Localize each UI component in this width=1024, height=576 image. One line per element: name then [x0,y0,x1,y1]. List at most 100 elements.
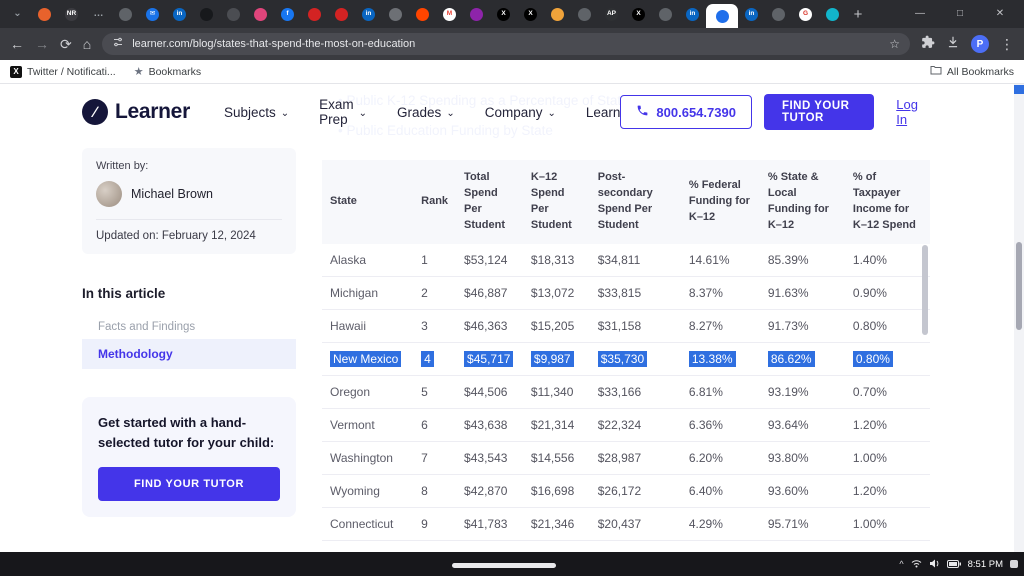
table-row: New Mexico4$45,717$9,987$35,73013.38%86.… [322,342,930,375]
browser-tab[interactable]: in [355,1,382,27]
table-cell: 1.20% [845,408,930,441]
table-row: Alaska1$53,124$18,313$34,81114.61%85.39%… [322,244,930,277]
table-cell: $18,313 [523,244,590,277]
tab-favicon-icon: ⌄ [11,8,24,21]
browser-tab[interactable]: AP [598,1,625,27]
browser-tab[interactable] [544,1,571,27]
table-cell: 6.81% [681,375,760,408]
browser-tab[interactable] [652,1,679,27]
nav-item-company[interactable]: Company⌄ [485,97,556,127]
browser-tab[interactable]: M [436,1,463,27]
toc-item[interactable]: Methodology [82,339,296,369]
toc-item[interactable]: Facts and Findings [82,315,296,339]
nav-item-grades[interactable]: Grades⌄ [397,97,455,127]
bookmark-star-icon[interactable]: ☆ [889,37,900,51]
browser-tab[interactable]: X [490,1,517,27]
browser-tab[interactable] [382,1,409,27]
browser-tab[interactable]: … [85,1,112,27]
table-cell: 1.00% [845,441,930,474]
browser-tab[interactable] [31,1,58,27]
minimize-button[interactable]: — [900,0,940,28]
nav-item-exam-prep[interactable]: Exam Prep⌄ [319,97,367,127]
all-bookmarks-button[interactable]: All Bookmarks [930,65,1014,78]
taskbar-pill[interactable] [452,563,556,568]
profile-avatar[interactable]: P [971,35,989,53]
tab-favicon-icon: AP [605,8,618,21]
browser-tab[interactable] [409,1,436,27]
browser-tab[interactable]: NR [58,1,85,27]
browser-tab[interactable] [220,1,247,27]
browser-tab[interactable] [112,1,139,27]
table-cell: $33,815 [590,276,681,309]
maximize-button[interactable]: □ [940,0,980,28]
browser-tab[interactable] [819,1,846,27]
main-nav: Subjects⌄Exam Prep⌄Grades⌄Company⌄Learn [224,97,620,127]
browser-tab[interactable]: in [679,1,706,27]
tab-favicon-icon [227,8,240,21]
back-button[interactable]: ← [10,37,24,51]
tab-favicon-icon [335,8,348,21]
wifi-icon[interactable] [911,555,922,573]
table-cell: 6.40% [681,474,760,507]
sidebar-find-your-tutor-button[interactable]: FIND YOUR TUTOR [98,467,280,501]
table-cell: Connecticut [322,507,413,540]
browser-tab[interactable]: in [738,1,765,27]
address-bar[interactable]: learner.com/blog/states-that-spend-the-m… [102,33,910,55]
new-tab-button[interactable]: + [846,6,870,23]
browser-tab[interactable]: in [166,1,193,27]
browser-toolbar: ← → ⟳ ⌂ learner.com/blog/states-that-spe… [0,28,1024,60]
table-cell: 8.37% [681,276,760,309]
tray-expand-icon[interactable]: ^ [899,559,903,569]
phone-button[interactable]: 800.654.7390 [620,95,752,129]
table-cell: 93.60% [760,474,845,507]
browser-tab[interactable] [328,1,355,27]
table-cell: Michigan [322,276,413,309]
extensions-icon[interactable] [921,35,935,54]
clock[interactable]: 8:51 PM [968,559,1003,570]
downloads-icon[interactable] [946,35,960,54]
browser-tab[interactable] [193,1,220,27]
browser-tab[interactable]: ⌄ [4,1,31,27]
find-your-tutor-button[interactable]: FIND YOUR TUTOR [764,94,874,130]
chevron-down-icon: ⌄ [446,108,454,119]
menu-icon[interactable]: ⋮ [1000,37,1014,51]
table-cell: 86.62% [760,342,845,375]
bookmark-item-bookmarks[interactable]: ★ Bookmarks [134,65,201,78]
browser-tab[interactable]: X [517,1,544,27]
reload-button[interactable]: ⟳ [60,37,72,51]
volume-icon[interactable] [929,555,940,573]
url-text[interactable]: learner.com/blog/states-that-spend-the-m… [132,38,881,50]
page-scrollbar[interactable] [1014,84,1024,552]
nav-item-learn[interactable]: Learn [586,97,621,127]
table-cell: 7 [413,441,456,474]
home-button[interactable]: ⌂ [83,37,91,51]
site-settings-icon[interactable] [112,35,124,53]
spending-table: StateRankTotal Spend Per StudentK–12 Spe… [322,160,930,552]
battery-icon[interactable] [947,555,961,573]
table-scrollbar-thumb[interactable] [922,245,928,335]
browser-tab[interactable]: ✉ [139,1,166,27]
browser-tab[interactable] [765,1,792,27]
browser-tab[interactable]: X [625,1,652,27]
site-logo[interactable]: ∕ Learner [82,99,190,125]
table-cell: 93.64% [760,408,845,441]
table-cell: $41,567 [456,540,523,552]
browser-tab[interactable] [301,1,328,27]
author-avatar [96,181,122,207]
browser-tab[interactable] [706,4,738,28]
notification-icon[interactable] [1010,560,1018,568]
page-scrollbar-thumb[interactable] [1016,242,1022,330]
browser-tab[interactable]: f [274,1,301,27]
table-cell: 0.70% [845,375,930,408]
tab-favicon-icon: NR [65,8,78,21]
browser-tab[interactable] [247,1,274,27]
nav-label: Exam Prep [319,97,354,127]
nav-item-subjects[interactable]: Subjects⌄ [224,97,289,127]
browser-tab[interactable] [463,1,490,27]
browser-tab[interactable]: G [792,1,819,27]
login-link[interactable]: Log In [896,97,920,127]
close-button[interactable]: ✕ [980,0,1020,28]
browser-tab[interactable] [571,1,598,27]
bookmark-item-twitter[interactable]: X Twitter / Notificati... [10,66,116,78]
forward-button[interactable]: → [35,37,49,51]
